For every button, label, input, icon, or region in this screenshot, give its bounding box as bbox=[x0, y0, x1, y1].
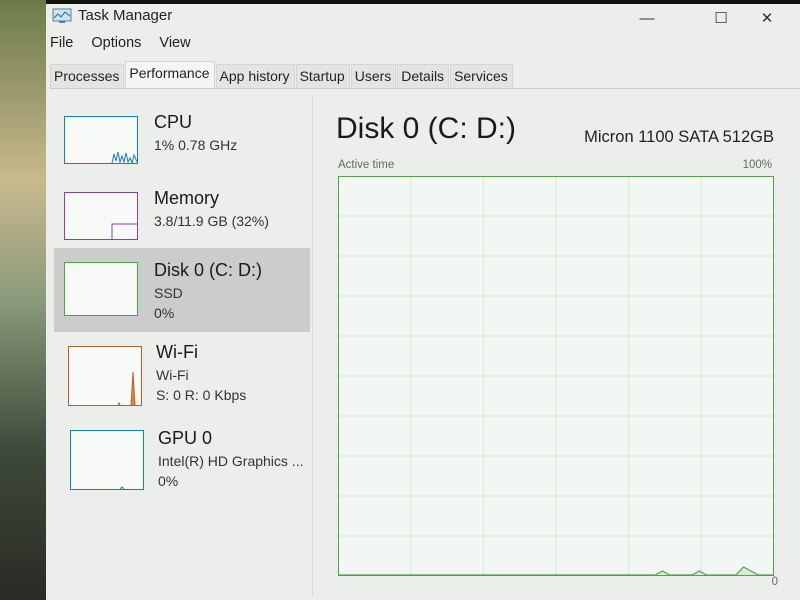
disk-type: SSD bbox=[154, 285, 183, 301]
disk-label: Disk 0 (C: D:) bbox=[154, 260, 262, 280]
cpu-thumbnail-graph bbox=[64, 116, 138, 164]
gpu-thumbnail-graph bbox=[70, 430, 144, 490]
task-manager-window: Task Manager — ☐ ✕ File Options View Pro… bbox=[46, 4, 800, 600]
window-title: Task Manager bbox=[78, 7, 173, 24]
minimize-button[interactable]: — bbox=[630, 8, 664, 30]
sidebar-item-gpu0[interactable]: GPU 0 Intel(R) HD Graphics ... 0% bbox=[54, 420, 310, 500]
tab-bar: Processes Performance App history Startu… bbox=[50, 61, 800, 89]
sidebar-item-wifi[interactable]: Wi-Fi Wi-Fi S: 0 R: 0 Kbps bbox=[54, 336, 310, 418]
chart-min-label: 0 bbox=[771, 576, 778, 588]
task-manager-icon bbox=[52, 8, 72, 24]
desktop-wallpaper bbox=[0, 0, 46, 600]
tab-processes[interactable]: Processes bbox=[50, 64, 125, 88]
tab-details[interactable]: Details bbox=[397, 64, 450, 88]
device-model: Micron 1100 SATA 512GB bbox=[584, 128, 774, 146]
wifi-thumbnail-graph bbox=[68, 346, 142, 406]
chart-label: Active time bbox=[338, 159, 395, 171]
tab-startup[interactable]: Startup bbox=[295, 64, 350, 88]
tab-users[interactable]: Users bbox=[350, 64, 397, 88]
active-time-chart bbox=[338, 176, 774, 576]
menu-options[interactable]: Options bbox=[91, 35, 141, 51]
wifi-throughput: S: 0 R: 0 Kbps bbox=[156, 387, 247, 403]
gpu-model: Intel(R) HD Graphics ... bbox=[158, 453, 304, 469]
gpu-usage: 0% bbox=[158, 473, 179, 489]
tab-app-history[interactable]: App history bbox=[215, 64, 295, 88]
sidebar-item-cpu[interactable]: CPU 1% 0.78 GHz bbox=[54, 106, 310, 182]
disk-thumbnail-graph bbox=[64, 262, 138, 316]
panel-divider bbox=[312, 96, 313, 596]
tab-performance[interactable]: Performance bbox=[125, 61, 215, 88]
chart-max-label: 100% bbox=[742, 159, 772, 171]
menu-file[interactable]: File bbox=[50, 35, 73, 51]
tab-services[interactable]: Services bbox=[450, 64, 513, 88]
menu-view[interactable]: View bbox=[159, 35, 190, 51]
menu-bar: File Options View bbox=[50, 35, 205, 55]
resource-sidebar: CPU 1% 0.78 GHz Memory 3.8/11.9 GB (32%)… bbox=[50, 96, 312, 596]
title-bar[interactable]: Task Manager — ☐ ✕ bbox=[46, 4, 800, 32]
memory-label: Memory bbox=[154, 188, 220, 208]
disk-usage: 0% bbox=[154, 305, 175, 321]
maximize-button[interactable]: ☐ bbox=[704, 8, 738, 30]
gpu-label: GPU 0 bbox=[158, 428, 213, 448]
sidebar-item-memory[interactable]: Memory 3.8/11.9 GB (32%) bbox=[54, 182, 310, 258]
memory-thumbnail-graph bbox=[64, 192, 138, 240]
sidebar-item-disk0[interactable]: Disk 0 (C: D:) SSD 0% bbox=[54, 248, 310, 332]
memory-usage: 3.8/11.9 GB (32%) bbox=[154, 213, 269, 229]
cpu-usage: 1% 0.78 GHz bbox=[154, 137, 238, 153]
detail-panel: Disk 0 (C: D:) Micron 1100 SATA 512GB Ac… bbox=[326, 104, 800, 600]
wifi-adapter: Wi-Fi bbox=[156, 367, 189, 383]
cpu-label: CPU bbox=[154, 112, 193, 132]
detail-title: Disk 0 (C: D:) bbox=[336, 112, 516, 145]
wifi-label: Wi-Fi bbox=[156, 342, 198, 362]
close-button[interactable]: ✕ bbox=[750, 8, 784, 30]
